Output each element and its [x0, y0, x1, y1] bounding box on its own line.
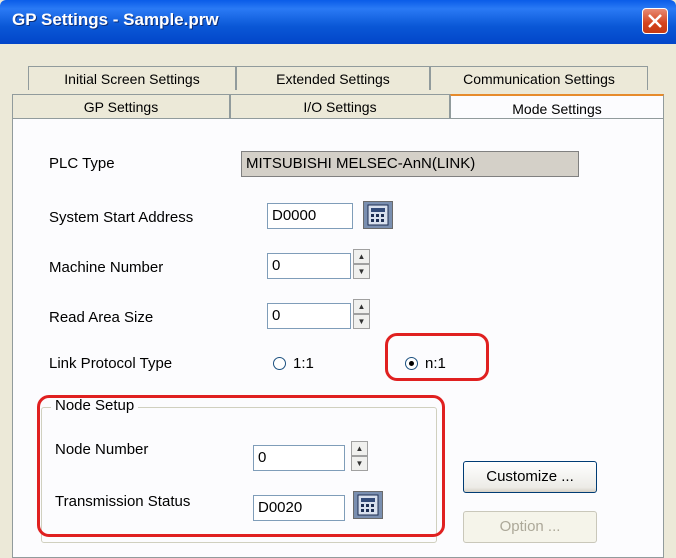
radio-n-to-1-label: n:1	[425, 355, 446, 372]
tab-io-settings[interactable]: I/O Settings	[230, 94, 450, 118]
option-button[interactable]: Option ...	[463, 511, 597, 543]
tab-communication-settings[interactable]: Communication Settings	[430, 66, 648, 90]
link-protocol-label: Link Protocol Type	[49, 355, 173, 372]
title-bar: GP Settings - Sample.prw	[0, 0, 676, 44]
machine-number-input[interactable]: 0	[267, 253, 351, 279]
tab-initial-screen-settings[interactable]: Initial Screen Settings	[28, 66, 236, 90]
radio-1-to-1[interactable]	[273, 357, 286, 370]
customize-button[interactable]: Customize ...	[463, 461, 597, 493]
machine-number-spinner[interactable]: ▲ ▼	[353, 249, 370, 279]
window-title: GP Settings - Sample.prw	[12, 10, 219, 29]
machine-number-label: Machine Number	[49, 259, 164, 276]
calculator-icon	[367, 204, 389, 226]
radio-n-to-1[interactable]	[405, 357, 418, 370]
read-area-size-spinner[interactable]: ▲ ▼	[353, 299, 370, 329]
close-icon	[648, 14, 662, 28]
system-start-address-calculator-button[interactable]	[363, 201, 393, 229]
spin-up-icon[interactable]: ▲	[353, 249, 370, 264]
tab-extended-settings[interactable]: Extended Settings	[236, 66, 430, 90]
system-start-address-label: System Start Address	[49, 209, 194, 226]
read-area-size-input[interactable]: 0	[267, 303, 351, 329]
mode-settings-panel: PLC Type MITSUBISHI MELSEC-AnN(LINK) Sys…	[12, 118, 664, 558]
plc-type-label: PLC Type	[49, 155, 115, 172]
read-area-size-label: Read Area Size	[49, 309, 154, 326]
spin-up-icon[interactable]: ▲	[353, 299, 370, 314]
system-start-address-input[interactable]: D0000	[267, 203, 353, 229]
node-setup-highlight-box	[37, 395, 445, 537]
radio-1-to-1-label: 1:1	[293, 355, 314, 372]
spin-down-icon[interactable]: ▼	[353, 264, 370, 279]
spin-down-icon[interactable]: ▼	[353, 314, 370, 329]
plc-type-field: MITSUBISHI MELSEC-AnN(LINK)	[241, 151, 579, 177]
tab-gp-settings[interactable]: GP Settings	[12, 94, 230, 118]
close-button[interactable]	[642, 8, 668, 34]
